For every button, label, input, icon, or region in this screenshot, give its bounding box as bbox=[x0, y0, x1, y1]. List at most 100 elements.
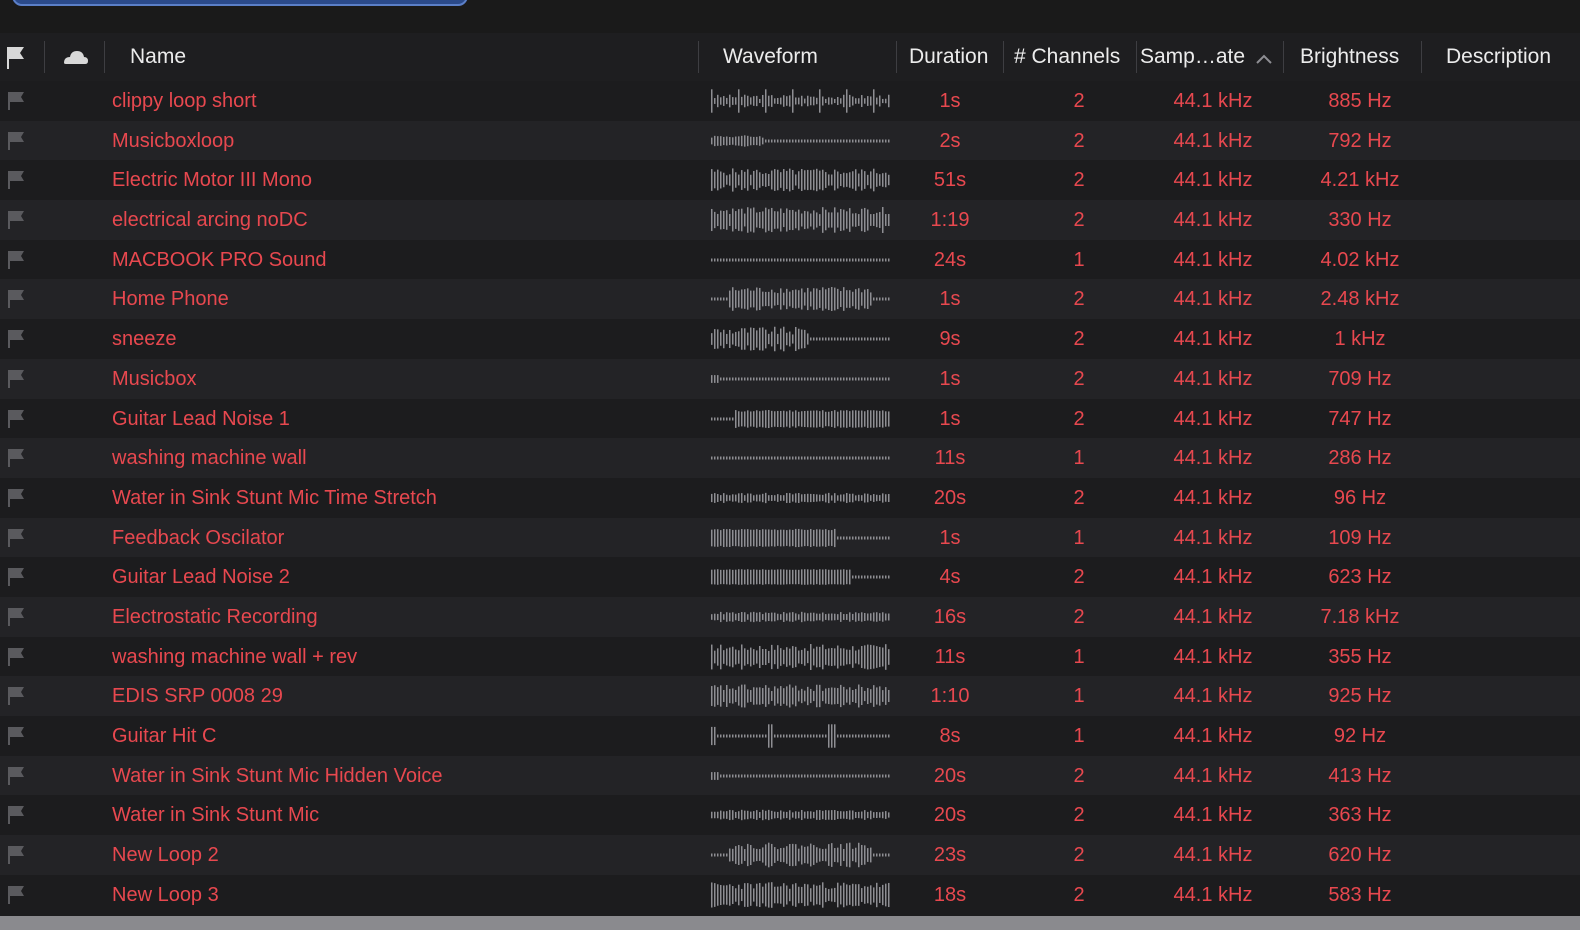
sound-name[interactable]: washing machine wall bbox=[112, 438, 692, 478]
table-row[interactable]: MACBOOK PRO Sound 24s 1 44.1 kHz 4.02 kHz bbox=[0, 239, 1580, 280]
sound-name[interactable]: Guitar Hit C bbox=[112, 716, 692, 756]
flag-icon[interactable] bbox=[6, 676, 30, 716]
table-row[interactable]: Water in Sink Stunt Mic 20s 2 44.1 kHz 363 H… bbox=[0, 795, 1580, 836]
sound-name[interactable]: clippy loop short bbox=[112, 81, 692, 121]
flag-icon[interactable] bbox=[6, 795, 30, 835]
description-value[interactable] bbox=[1440, 795, 1580, 835]
description-value[interactable] bbox=[1440, 676, 1580, 716]
sound-name[interactable]: Electric Motor III Mono bbox=[112, 160, 692, 200]
table-row[interactable]: New Loop 2 23s 2 44.1 kHz 620 Hz bbox=[0, 835, 1580, 875]
table-row[interactable]: Electric Motor III Mono 51s 2 44.1 kHz 4.21 … bbox=[0, 160, 1580, 201]
sort-ascending-icon[interactable] bbox=[1252, 33, 1276, 81]
table-row[interactable]: New Loop 3 18s 2 44.1 kHz 583 Hz bbox=[0, 874, 1580, 915]
search-field[interactable] bbox=[12, 0, 468, 6]
sound-name[interactable]: New Loop 2 bbox=[112, 835, 692, 875]
cloud-column-header[interactable] bbox=[60, 33, 90, 81]
sample-rate-value: 44.1 kHz bbox=[1173, 169, 1253, 192]
flag-icon[interactable] bbox=[6, 160, 30, 200]
description-value[interactable] bbox=[1440, 121, 1580, 161]
sound-name[interactable]: Electrostatic Recording bbox=[112, 597, 692, 637]
column-header-sample-rate[interactable]: Samp…ate bbox=[1140, 33, 1252, 81]
description-value[interactable] bbox=[1440, 240, 1580, 280]
description-value[interactable] bbox=[1440, 597, 1580, 637]
sound-name[interactable]: Home Phone bbox=[112, 279, 692, 319]
description-value[interactable] bbox=[1440, 438, 1580, 478]
table-row[interactable]: Electrostatic Recording 16s 2 44.1 kHz 7.18 … bbox=[0, 596, 1580, 637]
flag-column-header[interactable] bbox=[4, 33, 30, 81]
flag-icon[interactable] bbox=[6, 518, 30, 558]
sound-name[interactable]: Musicboxloop bbox=[112, 121, 692, 161]
table-row[interactable]: washing machine wall + rev 11s 1 44.1 kHz 35… bbox=[0, 636, 1580, 677]
flag-icon[interactable] bbox=[6, 319, 30, 359]
table-row[interactable]: Musicbox 1s 2 44.1 kHz 709 Hz bbox=[0, 358, 1580, 399]
column-header-brightness[interactable]: Brightness bbox=[1300, 33, 1418, 81]
sound-name[interactable]: Guitar Lead Noise 2 bbox=[112, 557, 692, 597]
description-value[interactable] bbox=[1440, 875, 1580, 915]
flag-icon[interactable] bbox=[6, 121, 30, 161]
channels-value: 2 bbox=[1073, 844, 1085, 867]
flag-icon[interactable] bbox=[6, 81, 30, 121]
flag-icon[interactable] bbox=[6, 438, 30, 478]
flag-icon[interactable] bbox=[6, 478, 30, 518]
sound-name[interactable]: Water in Sink Stunt Mic bbox=[112, 795, 692, 835]
column-header-channels[interactable]: # Channels bbox=[1014, 33, 1134, 81]
sound-name[interactable]: MACBOOK PRO Sound bbox=[112, 240, 692, 280]
sound-name[interactable]: Water in Sink Stunt Mic Hidden Voice bbox=[112, 756, 692, 796]
description-value[interactable] bbox=[1440, 756, 1580, 796]
table-row[interactable]: electrical arcing noDC 1:19 2 44.1 kHz 330 H… bbox=[0, 200, 1580, 240]
flag-icon[interactable] bbox=[6, 875, 30, 915]
description-value[interactable] bbox=[1440, 835, 1580, 875]
column-header-name[interactable]: Name bbox=[130, 33, 530, 81]
sound-name[interactable]: EDIS SRP 0008 29 bbox=[112, 676, 692, 716]
description-value[interactable] bbox=[1440, 200, 1580, 240]
flag-icon[interactable] bbox=[6, 359, 30, 399]
table-row[interactable]: EDIS SRP 0008 29 1:10 1 44.1 kHz 925 Hz bbox=[0, 676, 1580, 716]
column-header-waveform[interactable]: Waveform bbox=[723, 33, 893, 81]
table-row[interactable]: sneeze 9s 2 44.1 kHz 1 kHz bbox=[0, 319, 1580, 359]
description-value[interactable] bbox=[1440, 319, 1580, 359]
flag-icon[interactable] bbox=[6, 557, 30, 597]
sound-name[interactable]: Water in Sink Stunt Mic Time Stretch bbox=[112, 478, 692, 518]
description-value[interactable] bbox=[1440, 716, 1580, 756]
table-row[interactable]: washing machine wall 11s 1 44.1 kHz 286 Hz bbox=[0, 438, 1580, 478]
description-value[interactable] bbox=[1440, 518, 1580, 558]
waveform-thumbnail bbox=[710, 835, 892, 875]
description-value[interactable] bbox=[1440, 637, 1580, 677]
table-row[interactable]: Water in Sink Stunt Mic Hidden Voice 20s 2… bbox=[0, 755, 1580, 796]
flag-icon[interactable] bbox=[6, 399, 30, 439]
flag-icon[interactable] bbox=[6, 597, 30, 637]
table-row[interactable]: Musicboxloop 2s 2 44.1 kHz 792 Hz bbox=[0, 120, 1580, 161]
description-value[interactable] bbox=[1440, 359, 1580, 399]
flag-icon[interactable] bbox=[6, 200, 30, 240]
description-value[interactable] bbox=[1440, 160, 1580, 200]
sound-name[interactable]: New Loop 3 bbox=[112, 875, 692, 915]
sound-name[interactable]: Guitar Lead Noise 1 bbox=[112, 399, 692, 439]
table-row[interactable]: Feedback Oscilator 1s 1 44.1 kHz 109 Hz bbox=[0, 517, 1580, 558]
flag-icon[interactable] bbox=[6, 279, 30, 319]
flag-icon[interactable] bbox=[6, 716, 30, 756]
flag-icon[interactable] bbox=[6, 637, 30, 677]
table-row[interactable]: Guitar Hit C 8s 1 44.1 kHz 92 Hz bbox=[0, 716, 1580, 756]
flag-icon[interactable] bbox=[6, 240, 30, 280]
sound-name[interactable]: Feedback Oscilator bbox=[112, 518, 692, 558]
table-row[interactable]: Home Phone 1s 2 44.1 kHz 2.48 kHz bbox=[0, 279, 1580, 320]
table-row[interactable]: Guitar Lead Noise 1 1s 2 44.1 kHz 747 Hz bbox=[0, 398, 1580, 439]
column-header-description[interactable]: Description bbox=[1446, 33, 1580, 81]
flag-icon[interactable] bbox=[6, 835, 30, 875]
horizontal-scrollbar[interactable] bbox=[0, 916, 1580, 930]
table-row[interactable]: clippy loop short 1s 2 44.1 kHz 885 Hz bbox=[0, 81, 1580, 121]
flag-icon[interactable] bbox=[6, 756, 30, 796]
sample-rate-value: 44.1 kHz bbox=[1173, 566, 1253, 589]
table-row[interactable]: Water in Sink Stunt Mic Time Stretch 20s 2… bbox=[0, 477, 1580, 518]
description-value[interactable] bbox=[1440, 279, 1580, 319]
column-header-duration[interactable]: Duration bbox=[909, 33, 1001, 81]
description-value[interactable] bbox=[1440, 478, 1580, 518]
sound-name[interactable]: electrical arcing noDC bbox=[112, 200, 692, 240]
description-value[interactable] bbox=[1440, 557, 1580, 597]
description-value[interactable] bbox=[1440, 81, 1580, 121]
sound-name[interactable]: sneeze bbox=[112, 319, 692, 359]
description-value[interactable] bbox=[1440, 399, 1580, 439]
sound-name[interactable]: washing machine wall + rev bbox=[112, 637, 692, 677]
sound-name[interactable]: Musicbox bbox=[112, 359, 692, 399]
table-row[interactable]: Guitar Lead Noise 2 4s 2 44.1 kHz 623 Hz bbox=[0, 557, 1580, 597]
